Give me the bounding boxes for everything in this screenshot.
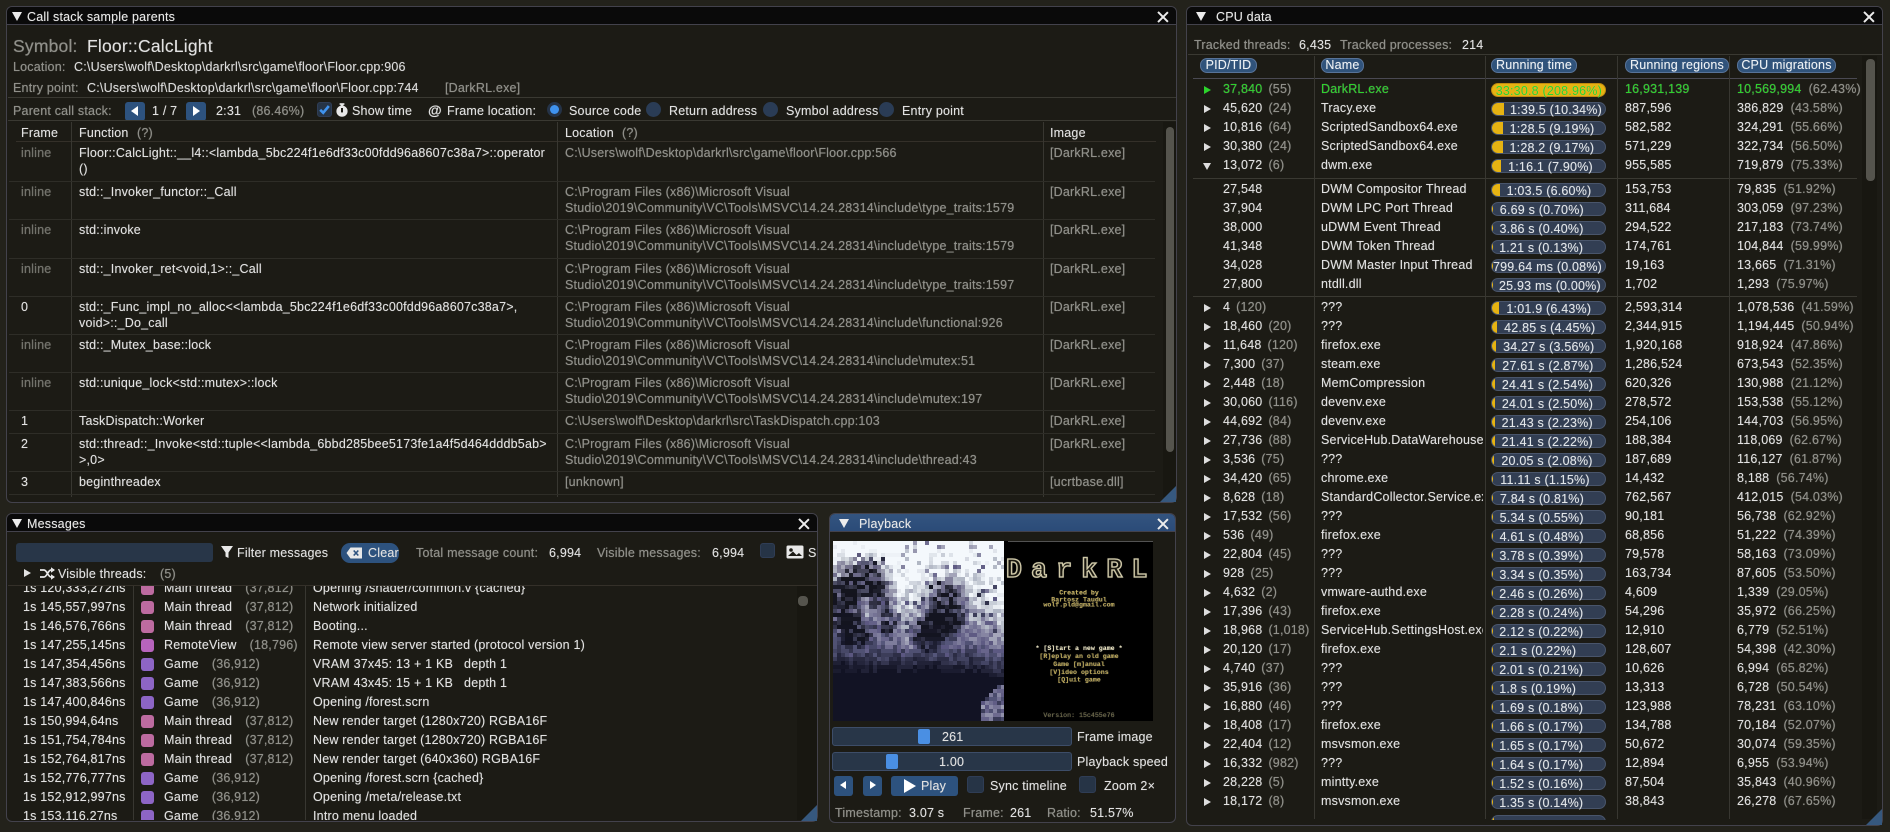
svg-text:[V]ideo options: [V]ideo options (1049, 669, 1108, 676)
svg-text:Game [m]anual: Game [m]anual (1053, 661, 1104, 668)
svg-text:wolf.pld@gmail.com: wolf.pld@gmail.com (1043, 602, 1114, 609)
svg-text:DarkRL: DarkRL (1006, 555, 1153, 585)
svg-text:Created by: Created by (1059, 590, 1099, 597)
svg-text:[R]eplay an old game: [R]eplay an old game (1039, 653, 1118, 660)
svg-text:* [S]tart a new game *: * [S]tart a new game * (1035, 645, 1122, 652)
svg-text:Version: 15c455e76: Version: 15c455e76 (1043, 712, 1114, 719)
svg-text:[Q]uit game: [Q]uit game (1057, 677, 1101, 684)
